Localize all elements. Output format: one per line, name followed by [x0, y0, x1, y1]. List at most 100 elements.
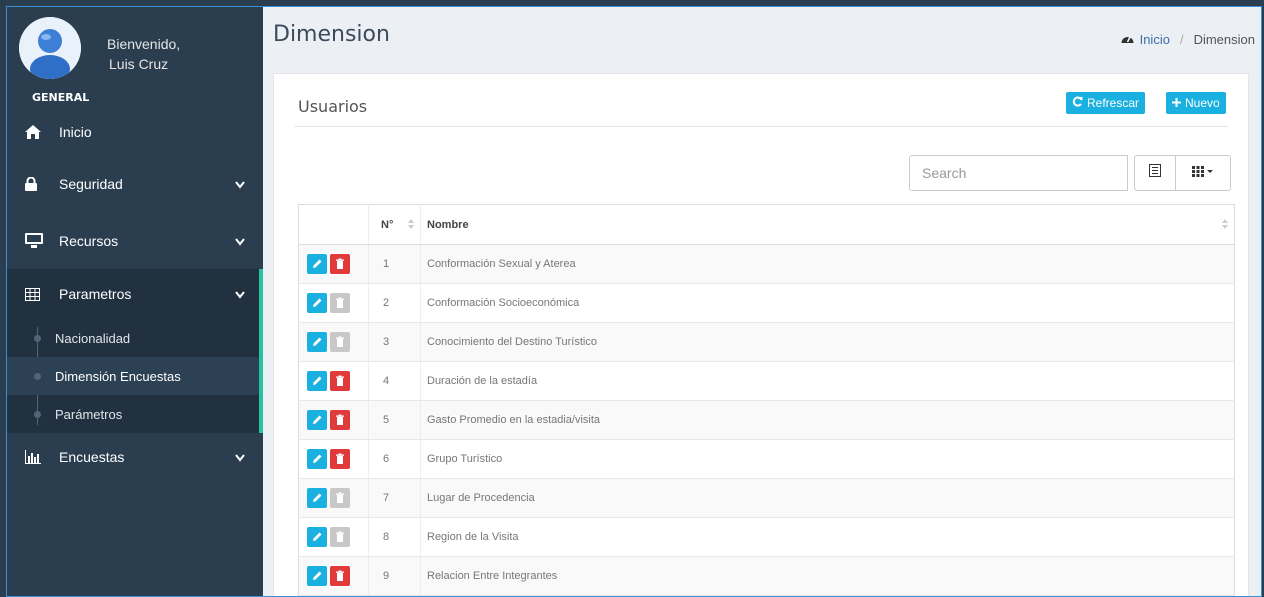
- sort-icon: [408, 219, 414, 232]
- sidebar-item-recursos[interactable]: Recursos: [7, 212, 263, 269]
- row-number: 8: [368, 517, 421, 557]
- new-button[interactable]: Nuevo: [1166, 92, 1226, 114]
- trash-icon: [336, 453, 344, 464]
- trash-icon: [336, 336, 344, 347]
- list-view-icon: [1149, 164, 1161, 182]
- column-header-number[interactable]: N°: [368, 204, 421, 245]
- sidebar-item-seguridad[interactable]: Seguridad: [7, 155, 263, 212]
- edit-button[interactable]: [307, 332, 327, 352]
- row-number: 5: [368, 400, 421, 440]
- lock-icon: [25, 176, 47, 191]
- new-label: Nuevo: [1185, 96, 1220, 110]
- row-number: 2: [368, 283, 421, 323]
- edit-button[interactable]: [307, 527, 327, 547]
- search-placeholder: Search: [922, 165, 967, 181]
- bullet-icon: [34, 335, 41, 342]
- toggle-view-button[interactable]: [1134, 155, 1176, 191]
- user-panel: Bienvenido, Luis Cruz GENERAL: [7, 7, 263, 115]
- trash-icon: [336, 570, 344, 581]
- dashboard-icon: [1121, 32, 1134, 47]
- trash-icon: [336, 531, 344, 542]
- bar-chart-icon: [25, 450, 47, 464]
- pencil-icon: [313, 415, 322, 424]
- user-role: GENERAL: [32, 91, 90, 104]
- edit-button[interactable]: [307, 449, 327, 469]
- delete-button[interactable]: [330, 332, 350, 352]
- breadcrumb: Inicio / Dimension: [1121, 32, 1255, 47]
- row-number: 6: [368, 439, 421, 479]
- refresh-button[interactable]: Refrescar: [1066, 92, 1146, 114]
- row-name: Conformación Sexual y Aterea: [420, 244, 1235, 284]
- columns-dropdown-button[interactable]: [1175, 155, 1231, 191]
- users-panel: Usuarios Refrescar Nuevo Search N° Nombr…: [273, 73, 1249, 596]
- delete-button[interactable]: [330, 293, 350, 313]
- sort-icon: [1222, 219, 1228, 232]
- row-actions: [298, 361, 369, 401]
- refresh-icon: [1072, 96, 1083, 110]
- column-header-nombre[interactable]: Nombre: [420, 204, 1235, 245]
- row-number: 3: [368, 322, 421, 362]
- pencil-icon: [313, 571, 322, 580]
- refresh-label: Refrescar: [1087, 96, 1140, 110]
- row-name: Duración de la estadía: [420, 361, 1235, 401]
- row-actions: [298, 439, 369, 479]
- row-name: Gasto Promedio en la estadia/visita: [420, 400, 1235, 440]
- row-number: 7: [368, 478, 421, 518]
- row-actions: [298, 244, 369, 284]
- delete-button[interactable]: [330, 449, 350, 469]
- row-name: Region de la Visita: [420, 517, 1235, 557]
- row-actions: [298, 517, 369, 557]
- edit-button[interactable]: [307, 566, 327, 586]
- edit-button[interactable]: [307, 410, 327, 430]
- table-header-row: N° Nombre: [298, 204, 1235, 245]
- delete-button[interactable]: [330, 566, 350, 586]
- sidebar-item-parametros[interactable]: Parametros: [7, 269, 263, 319]
- chevron-down-icon: [235, 233, 245, 249]
- breadcrumb-separator: /: [1179, 32, 1184, 47]
- sidebar-item-label: Parametros: [59, 286, 132, 302]
- row-actions: [298, 322, 369, 362]
- sidebar-item-label: Recursos: [59, 232, 119, 249]
- table-row: 3 Conocimiento del Destino Turístico: [298, 322, 1235, 362]
- edit-button[interactable]: [307, 371, 327, 391]
- row-actions: [298, 478, 369, 518]
- search-input[interactable]: Search: [909, 155, 1128, 191]
- app-window: Bienvenido, Luis Cruz GENERAL Inicio Seg…: [6, 6, 1262, 597]
- edit-button[interactable]: [307, 488, 327, 508]
- welcome-text: Bienvenido, Luis Cruz: [107, 34, 180, 74]
- delete-button[interactable]: [330, 371, 350, 391]
- delete-button[interactable]: [330, 488, 350, 508]
- submenu-label: Dimensión Encuestas: [55, 368, 181, 384]
- table-row: 9 Relacion Entre Integrantes: [298, 556, 1235, 596]
- row-number: 4: [368, 361, 421, 401]
- table-body: 1 Conformación Sexual y Aterea 2 Conformaci…: [298, 244, 1235, 596]
- table-row: 8 Region de la Visita: [298, 517, 1235, 557]
- delete-button[interactable]: [330, 254, 350, 274]
- plus-icon: [1172, 96, 1181, 110]
- edit-button[interactable]: [307, 254, 327, 274]
- row-actions: [298, 400, 369, 440]
- sidebar-item-label: Inicio: [59, 124, 92, 140]
- table-row: 2 Conformación Socioeconómica: [298, 283, 1235, 323]
- sidebar-item-encuestas[interactable]: Encuestas: [7, 433, 263, 481]
- trash-icon: [336, 297, 344, 308]
- pencil-icon: [313, 532, 322, 541]
- column-header-label: Nombre: [427, 218, 469, 231]
- row-actions: [298, 283, 369, 323]
- delete-button[interactable]: [330, 410, 350, 430]
- delete-button[interactable]: [330, 527, 350, 547]
- submenu-item-parametros[interactable]: Parámetros: [7, 395, 259, 433]
- row-name: Lugar de Procedencia: [420, 478, 1235, 518]
- sidebar-item-inicio[interactable]: Inicio: [7, 109, 263, 155]
- pencil-icon: [313, 493, 322, 502]
- table-row: 6 Grupo Turístico: [298, 439, 1235, 479]
- table-row: 5 Gasto Promedio en la estadia/visita: [298, 400, 1235, 440]
- breadcrumb-home-link[interactable]: Inicio: [1140, 32, 1170, 47]
- submenu-item-dimension-encuestas[interactable]: Dimensión Encuestas: [7, 357, 259, 395]
- edit-button[interactable]: [307, 293, 327, 313]
- data-table: N° Nombre 1 Conformación Sexual y Aterea 2…: [298, 204, 1235, 596]
- submenu-item-nacionalidad[interactable]: Nacionalidad: [7, 319, 259, 357]
- column-header-label: N°: [381, 218, 394, 231]
- table-row: 4 Duración de la estadía: [298, 361, 1235, 401]
- monitor-icon: [25, 233, 47, 248]
